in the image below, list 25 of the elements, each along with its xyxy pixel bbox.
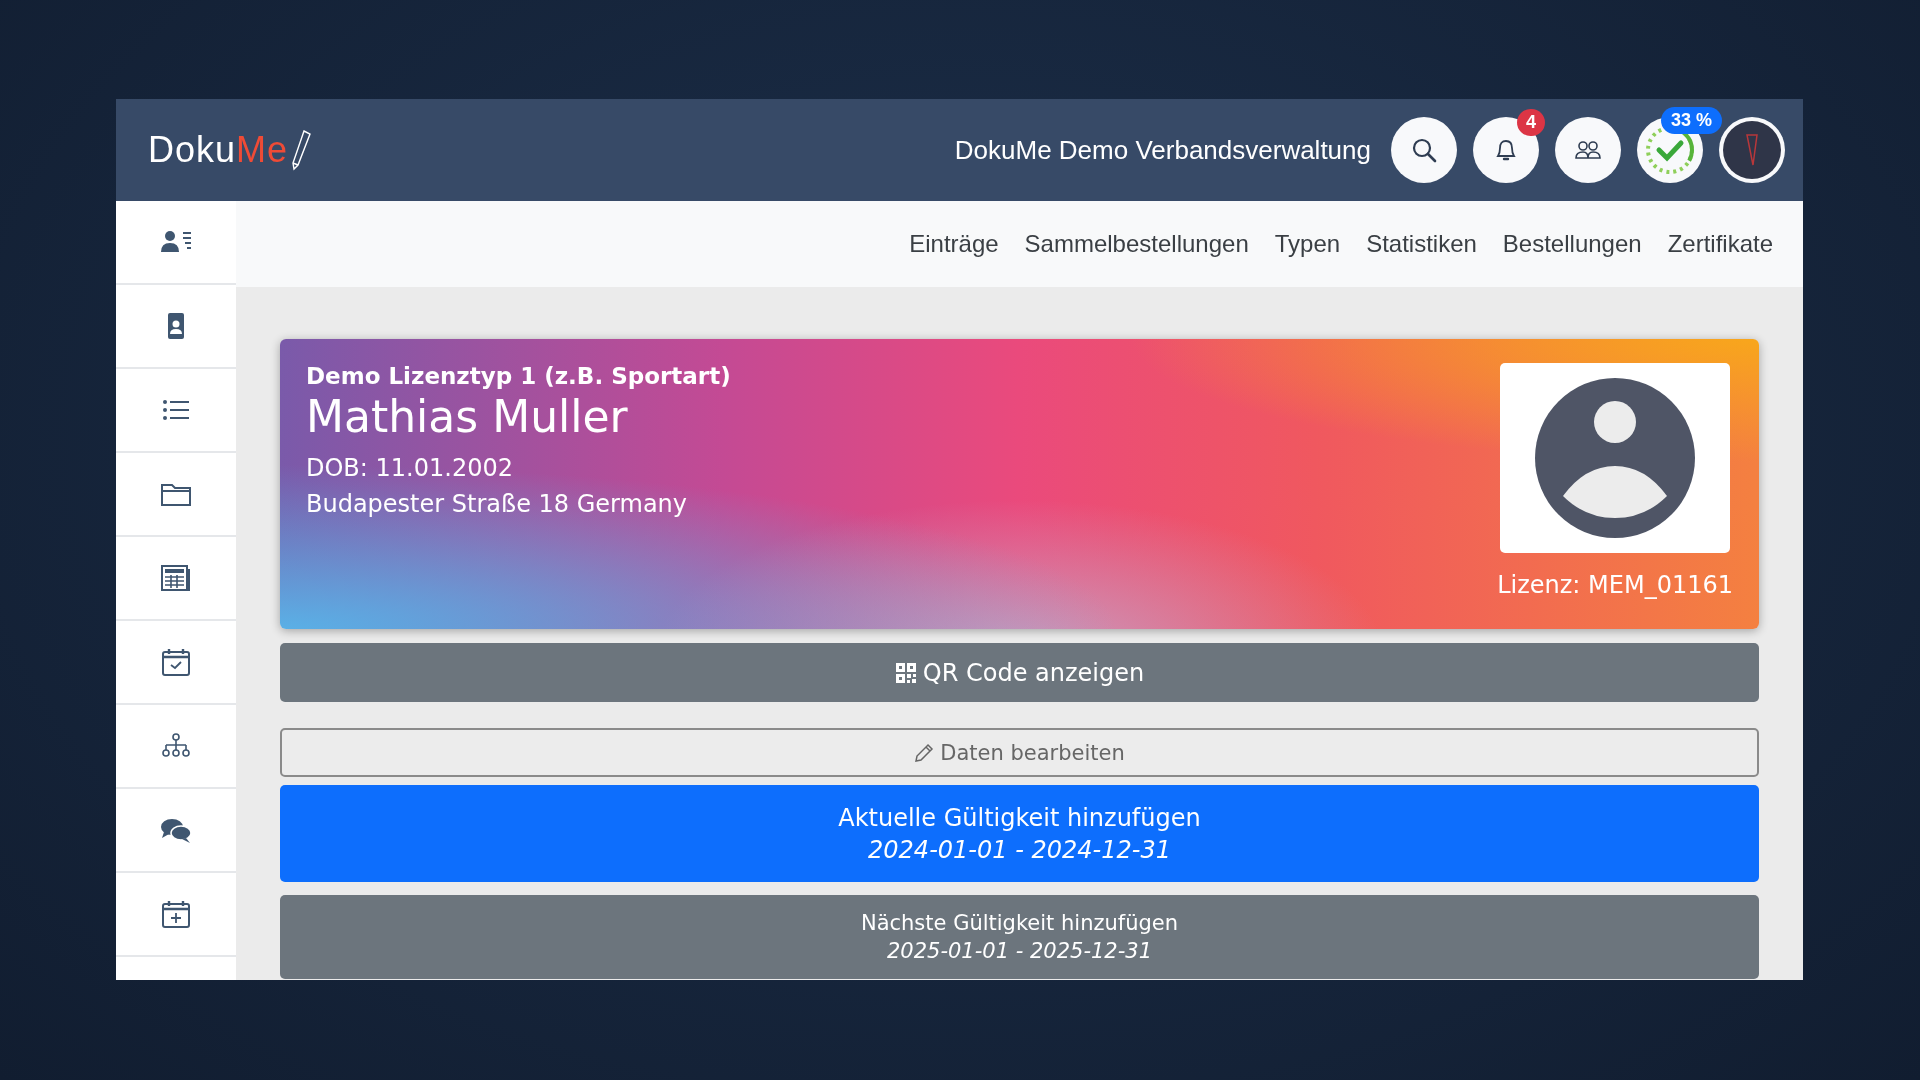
dokume-logo[interactable]: DokuMe xyxy=(148,129,313,171)
nav-link[interactable]: Statistiken xyxy=(1366,230,1477,258)
nav-link[interactable]: Bestellungen xyxy=(1502,230,1642,258)
qr-code-icon xyxy=(894,661,917,684)
member-address: Budapester Straße 18 Germany xyxy=(306,490,687,518)
edit-button[interactable]: Daten bearbeiten xyxy=(280,728,1759,777)
validity-button[interactable]: Aktuelle Gültigkeit hinzufügen 2024-01-01 - 2024-12-31 xyxy=(280,785,1759,882)
search-icon xyxy=(1410,136,1438,164)
nav-link[interactable]: Typen xyxy=(1274,230,1341,258)
calendar-check-icon xyxy=(159,647,193,677)
nav-link[interactable]: Zertifikate xyxy=(1667,230,1773,258)
license-type: Demo Lizenztyp 1 (z.B. Sportart) xyxy=(306,363,731,389)
progress-percent: 33 % xyxy=(1661,107,1723,134)
member-name: Mathias Muller xyxy=(306,391,628,442)
birth-date: DOB: 11.01.2002 xyxy=(306,454,513,482)
calendar-plus-icon xyxy=(159,899,193,929)
nav-link[interactable]: Sammelbestellungen xyxy=(1024,230,1249,258)
pencil-icon xyxy=(914,742,935,763)
validity-button[interactable]: Nächste Gültigkeit hinzufügen 2025-01-01 - 2025-12-31 xyxy=(280,895,1759,979)
newspaper-icon xyxy=(159,563,193,593)
organization-title: DokuMe Demo Verbandsverwaltung xyxy=(954,134,1371,166)
qr-code-button[interactable]: QR Code anzeigen xyxy=(280,643,1759,702)
notification-count: 4 xyxy=(1517,109,1545,136)
nav-link[interactable]: Einträge xyxy=(909,230,999,258)
license-number: Lizenz: MEM_01161 xyxy=(1497,571,1733,599)
